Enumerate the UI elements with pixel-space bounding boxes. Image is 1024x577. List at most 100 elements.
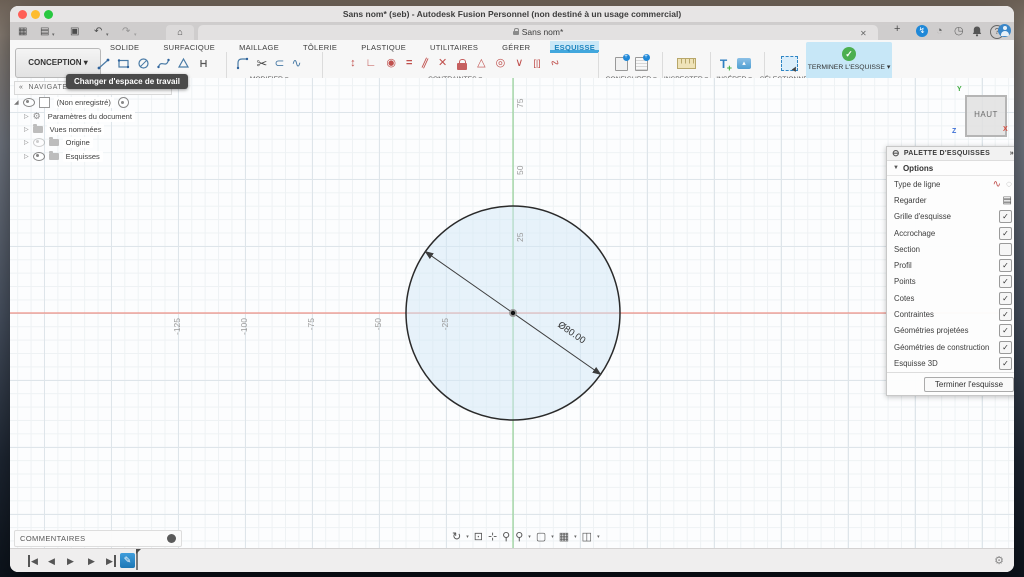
look-at-icon[interactable]: ⊡ (474, 530, 483, 543)
horizontal-vertical-constraint-icon[interactable]: ∟ (366, 57, 377, 70)
palette-more-icon[interactable]: » (1010, 150, 1014, 157)
navigator-root-row[interactable]: ◢ (Non enregistré) (14, 96, 129, 109)
display-caret-icon[interactable]: ▾ (551, 534, 554, 540)
notifications-bell-icon[interactable] (972, 26, 982, 37)
line-type-circle-icon[interactable]: ◌ (1006, 179, 1012, 190)
user-avatar[interactable] (998, 24, 1011, 37)
equal-constraint-icon[interactable]: = (406, 57, 412, 70)
new-tab-icon[interactable]: + (894, 23, 900, 36)
configure-sketch-icon[interactable] (615, 57, 628, 71)
sketch-canvas[interactable]: Ø80.00 -125 -100 -75 -50 -25 75 50 25 «N… (10, 78, 1014, 548)
checkbox[interactable]: ✓ (999, 292, 1012, 305)
expander-icon[interactable]: ◢ (14, 99, 19, 106)
pan-icon[interactable]: ⊹ (488, 530, 497, 543)
tab-utilitaires[interactable]: UTILITAIRES (426, 41, 482, 53)
origin-point[interactable] (511, 311, 515, 315)
comments-bar[interactable]: COMMENTAIRES (14, 530, 182, 547)
look-at-icon[interactable]: ▤ (1003, 195, 1012, 206)
section-collapse-icon[interactable]: ▼ (893, 165, 899, 171)
palette-dock-icon[interactable]: ⊖ (892, 148, 900, 159)
extensions-icon[interactable]: ◔ (936, 25, 943, 38)
tab-esquisse[interactable]: ESQUISSE (550, 41, 599, 53)
navigator-item-parametres[interactable]: ▷ ⚙ Paramètres du document (24, 110, 135, 123)
tab-maillage[interactable]: MAILLAGE (235, 41, 283, 53)
midpoint-constraint-icon[interactable]: △ (477, 57, 485, 70)
select-tool-icon[interactable] (781, 56, 798, 71)
fix-lock-constraint-icon[interactable] (457, 63, 467, 70)
timeline-step-forward-icon[interactable]: ▶ (88, 555, 95, 567)
symmetry-constraint-icon[interactable]: [|] (533, 57, 540, 70)
insert-text-icon[interactable]: T (717, 57, 730, 71)
rectangle-tool-icon[interactable] (117, 57, 130, 70)
fit-caret-icon[interactable]: ▾ (528, 534, 531, 540)
checkbox[interactable]: ✓ (999, 357, 1012, 370)
checkbox[interactable]: ✓ (999, 227, 1012, 240)
collapse-icon[interactable]: « (19, 84, 24, 91)
history-icon[interactable]: ◷ (954, 25, 964, 38)
dimension-constraint-icon[interactable]: ↕ (350, 57, 356, 70)
navigator-item-label[interactable]: Esquisses (63, 151, 103, 162)
navigator-item-origine[interactable]: ▷ Origine (24, 136, 93, 149)
visibility-eye-icon[interactable] (33, 138, 45, 147)
navigator-item-vues[interactable]: ▷ Vues nommées (24, 123, 104, 136)
undo-icon[interactable]: ↶ (94, 25, 102, 38)
chevron-icon[interactable]: ▷ (24, 126, 29, 133)
fillet-tool-icon[interactable] (236, 57, 249, 70)
viewports-caret-icon[interactable]: ▾ (597, 534, 600, 540)
checkbox[interactable] (999, 243, 1012, 256)
offset-tool-icon[interactable]: ⊂ (274, 57, 284, 70)
activate-target-icon[interactable] (118, 97, 129, 108)
coincident-constraint-icon[interactable]: ◉ (386, 57, 396, 70)
insert-image-icon[interactable]: ▴ (737, 58, 751, 69)
orbit-icon[interactable]: ↻ (452, 530, 461, 543)
tab-tolerie[interactable]: TÔLERIE (299, 41, 341, 53)
new-document-icon[interactable]: ▤ (40, 25, 49, 38)
home-tab[interactable]: ⌂ (166, 25, 194, 40)
chevron-icon[interactable]: ▷ (24, 153, 29, 160)
curve-tool-icon[interactable]: ∿ (291, 57, 301, 70)
checkbox[interactable]: ✓ (999, 259, 1012, 272)
circle-tool-icon[interactable] (137, 57, 150, 70)
visibility-eye-icon[interactable] (33, 152, 45, 161)
curvature-constraint-icon[interactable]: ∿ (548, 56, 563, 72)
close-tab-icon[interactable]: ✕ (860, 27, 867, 40)
measure-tool-icon[interactable] (677, 58, 696, 69)
viewcube[interactable]: HAUT (965, 95, 1007, 137)
tab-plastique[interactable]: PLASTIQUE (357, 41, 410, 53)
display-settings-icon[interactable]: ▢ (536, 530, 546, 543)
perpendicular-constraint-icon[interactable]: ✕ (438, 57, 447, 70)
palette-options-section[interactable]: ▼ Options (887, 161, 1014, 176)
timeline-skip-end-icon[interactable]: ▶ (106, 555, 116, 567)
chevron-icon[interactable]: ▷ (24, 113, 29, 120)
save-icon[interactable]: ▣ (70, 25, 79, 38)
viewports-icon[interactable]: ◫ (582, 530, 592, 543)
zoom-icon[interactable]: ⚲ (502, 530, 510, 543)
comments-expand-icon[interactable] (167, 534, 176, 543)
checkbox[interactable]: ✓ (999, 308, 1012, 321)
job-status-icon[interactable]: ↯ (916, 25, 928, 37)
navigator-item-label[interactable]: Origine (63, 137, 93, 148)
redo-icon[interactable]: ↷ (122, 25, 130, 38)
trim-scissors-icon[interactable]: ✂ (256, 57, 267, 70)
chevron-icon[interactable]: ▷ (24, 139, 29, 146)
root-document-label[interactable]: (Non enregistré) (54, 97, 114, 108)
checkbox[interactable]: ✓ (999, 275, 1012, 288)
line-type-spline-icon[interactable]: ∿ (993, 179, 1001, 190)
tab-solide[interactable]: SOLIDE (106, 41, 143, 53)
checkbox[interactable]: ✓ (999, 324, 1012, 337)
document-tab[interactable]: Sans nom* ✕ (198, 25, 878, 40)
configure-table-icon[interactable] (635, 57, 648, 71)
polygon-tool-icon[interactable] (177, 57, 190, 70)
line-tool-icon[interactable] (97, 57, 110, 70)
viewcube-face-label[interactable]: HAUT (974, 110, 998, 119)
grid-caret-icon[interactable]: ▾ (574, 534, 577, 540)
checkbox[interactable]: ✓ (999, 341, 1012, 354)
timeline-settings-gear-icon[interactable]: ⚙ (994, 554, 1004, 567)
navigator-item-label[interactable]: Paramètres du document (45, 111, 135, 122)
app-grid-icon[interactable]: ▦ (18, 25, 27, 38)
orbit-caret-icon[interactable]: ▾ (466, 534, 469, 540)
navigator-item-label[interactable]: Vues nommées (47, 124, 105, 135)
timeline-play-icon[interactable]: ▶ (67, 555, 74, 567)
tab-gerer[interactable]: GÉRER (498, 41, 534, 53)
visibility-eye-icon[interactable] (23, 98, 35, 107)
